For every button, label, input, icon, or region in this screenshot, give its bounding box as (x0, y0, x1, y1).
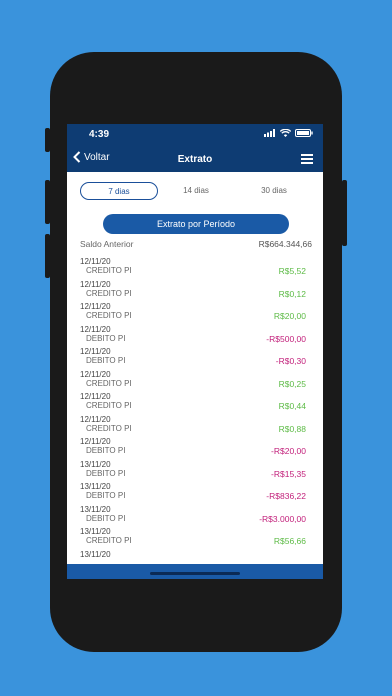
tab-14-dias[interactable]: 14 dias (165, 182, 227, 200)
transaction-amount: R$20,00 (273, 311, 306, 321)
transaction-amount: R$5,52 (278, 266, 306, 276)
transaction-row[interactable]: 12/11/20 CREDITO PI R$20,00 (67, 302, 323, 325)
volume-up-button (45, 180, 50, 224)
transaction-amount: -R$3.000,00 (259, 513, 306, 524)
transaction-date: 13/11/20 (80, 527, 111, 536)
extrato-por-periodo-button[interactable]: Extrato por Período (103, 214, 289, 234)
saldo-value: R$664.344,66 (258, 239, 312, 249)
transaction-row[interactable]: 13/11/20 DEBITO PI -R$15,35 (67, 460, 323, 483)
status-bar: 4:39 (67, 124, 323, 146)
saldo-anterior: Saldo Anterior R$664.344,66 (80, 239, 312, 249)
transaction-date: 12/11/20 (80, 392, 111, 401)
transaction-date: 12/11/20 (80, 414, 111, 424)
transaction-row[interactable]: 12/11/20 CREDITO PI R$0,44 (67, 392, 323, 415)
transaction-date: 12/11/20 (80, 437, 111, 446)
last-date: 13/11/20 (80, 550, 111, 559)
transaction-date: 12/11/20 (80, 279, 111, 289)
transaction-row[interactable]: 13/11/20 DEBITO PI -R$3.000,00 (67, 505, 323, 528)
transaction-description: CREDITO PI (86, 288, 132, 298)
power-button (342, 180, 347, 246)
status-time: 4:39 (89, 129, 110, 140)
transaction-row[interactable]: 12/11/20 DEBITO PI -R$500,00 (67, 325, 323, 348)
transaction-row[interactable]: 12/11/20 CREDITO PI R$5,52 (67, 257, 323, 280)
transaction-amount: R$0,44 (278, 401, 306, 411)
signal-icon (264, 129, 275, 137)
period-tabs: 7 dias 14 dias 30 dias (67, 180, 323, 202)
transaction-description: CREDITO PI (86, 311, 132, 320)
wifi-icon (280, 129, 291, 137)
transaction-row[interactable]: 12/11/20 DEBITO PI -R$20,00 (67, 437, 323, 460)
transaction-amount: -R$15,35 (271, 468, 306, 479)
mute-switch (45, 128, 50, 152)
transaction-date: 12/11/20 (80, 302, 111, 311)
transaction-list: 12/11/20 CREDITO PI R$5,52 12/11/20 CREDITO … (67, 257, 323, 550)
home-indicator[interactable] (150, 572, 240, 575)
transaction-row[interactable]: 12/11/20 CREDITO PI R$0,12 (67, 280, 323, 303)
page-title: Extrato (177, 154, 213, 165)
transaction-date: 12/11/20 (80, 324, 111, 334)
transaction-description: DEBITO PI (86, 491, 126, 500)
transaction-date: 12/11/20 (80, 257, 111, 266)
tab-7-dias[interactable]: 7 dias (80, 182, 158, 200)
battery-icon (295, 129, 313, 137)
status-icons (264, 129, 313, 137)
transaction-amount: R$0,88 (278, 423, 306, 434)
tab-30-dias[interactable]: 30 dias (243, 182, 305, 200)
saldo-label: Saldo Anterior (80, 239, 134, 249)
volume-down-button (45, 234, 50, 278)
transaction-amount: R$56,66 (273, 536, 306, 546)
transaction-description: CREDITO PI (86, 266, 132, 275)
transaction-date: 12/11/20 (80, 369, 111, 379)
transaction-amount: R$0,12 (278, 288, 306, 299)
transaction-description: CREDITO PI (86, 536, 132, 545)
transaction-row[interactable]: 12/11/20 CREDITO PI R$0,88 (67, 415, 323, 438)
transaction-description: DEBITO PI (86, 356, 126, 365)
transaction-description: DEBITO PI (86, 513, 126, 523)
transaction-description: DEBITO PI (86, 446, 126, 455)
nav-bar: Voltar Extrato (67, 146, 323, 172)
transaction-date: 13/11/20 (80, 459, 111, 469)
transaction-date: 13/11/20 (80, 504, 111, 514)
transaction-amount: -R$20,00 (271, 446, 306, 456)
hamburger-menu-icon[interactable] (301, 154, 313, 166)
transaction-description: CREDITO PI (86, 378, 132, 388)
screen: 4:39 Voltar Extrato 7 dias 14 dias 30 di… (67, 124, 323, 579)
transaction-date: 12/11/20 (80, 347, 111, 356)
transaction-row[interactable]: 12/11/20 CREDITO PI R$0,25 (67, 370, 323, 393)
transaction-row[interactable]: 12/11/20 DEBITO PI -R$0,30 (67, 347, 323, 370)
transaction-description: DEBITO PI (86, 333, 126, 343)
transaction-description: CREDITO PI (86, 401, 132, 410)
transaction-date: 13/11/20 (80, 482, 111, 491)
transaction-row[interactable]: 13/11/20 CREDITO PI R$56,66 (67, 527, 323, 550)
transaction-description: DEBITO PI (86, 468, 126, 478)
transaction-row[interactable]: 13/11/20 DEBITO PI -R$836,22 (67, 482, 323, 505)
transaction-amount: -R$0,30 (275, 356, 306, 366)
transaction-amount: -R$836,22 (266, 491, 306, 501)
transaction-amount: -R$500,00 (266, 333, 306, 344)
transaction-description: CREDITO PI (86, 423, 132, 433)
transaction-amount: R$0,25 (278, 378, 306, 389)
